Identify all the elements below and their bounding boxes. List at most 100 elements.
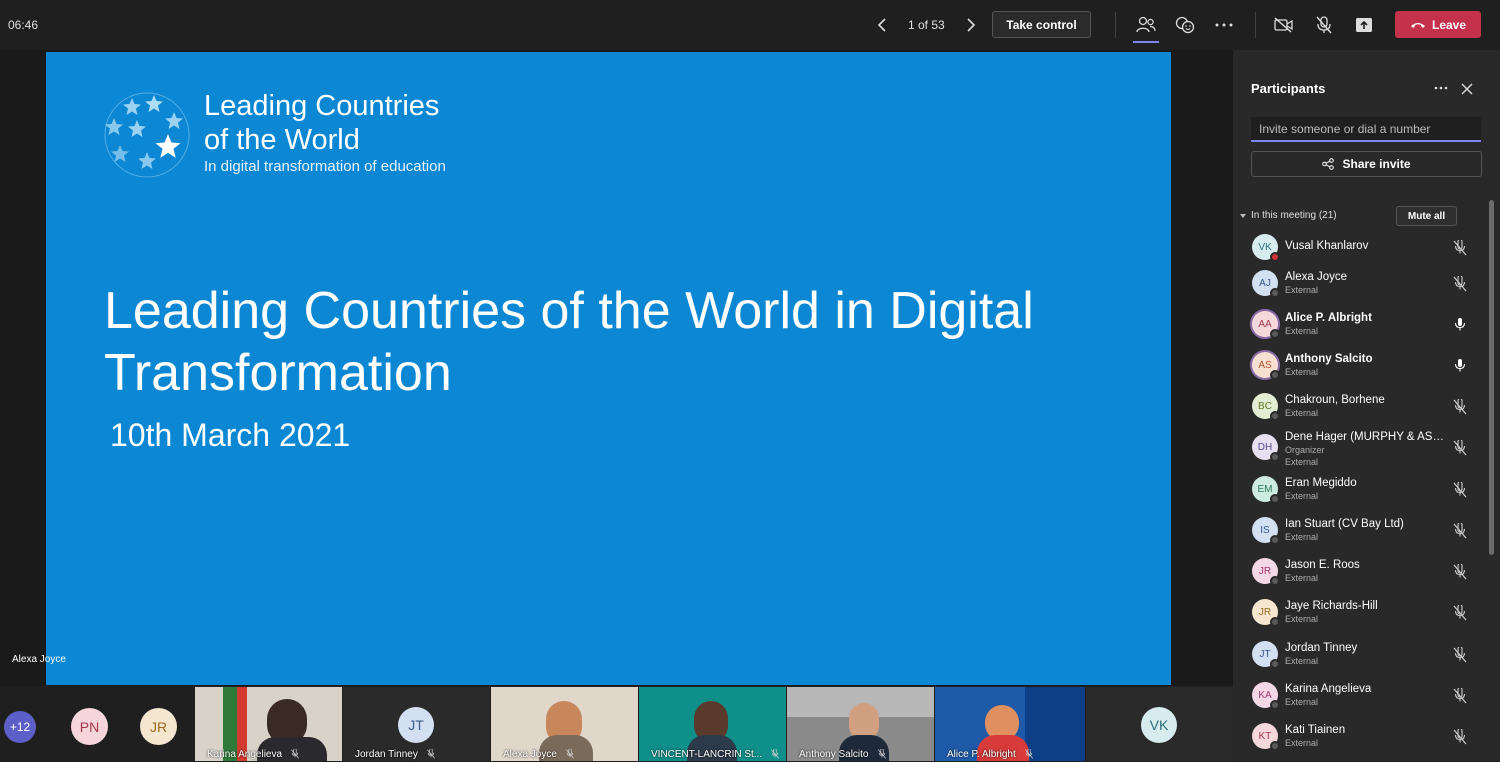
participant-avatar: AA (1252, 311, 1280, 339)
mic-muted-icon[interactable] (1452, 729, 1468, 745)
participant-name: Alice P. Albright (1285, 312, 1372, 324)
mic-muted-icon[interactable] (1452, 647, 1468, 663)
participant-row[interactable]: AJ Alexa Joyce External (1233, 269, 1483, 309)
participant-name: Eran Megiddo (1285, 477, 1357, 489)
meeting-timer: 06:46 (8, 18, 39, 32)
participant-row[interactable]: AS Anthony Salcito External (1233, 351, 1483, 391)
participant-row[interactable]: BC Chakroun, Borhene External (1233, 392, 1483, 432)
participant-avatar: EM (1252, 476, 1280, 504)
avatar: JT (398, 707, 434, 743)
video-tile[interactable]: VK (1086, 687, 1233, 761)
brand-line-1: Leading Countries (204, 90, 440, 122)
participant-row[interactable]: DH Dene Hager (MURPHY & ASS... Organizer Ex… (1233, 431, 1483, 473)
share-icon (1322, 158, 1335, 170)
panel-more-icon[interactable] (1433, 80, 1449, 96)
tile-name: Jordan Tinney (355, 749, 418, 760)
participant-name: Karina Angelieva (1285, 683, 1372, 695)
video-tile[interactable]: Anthony Salcito (787, 687, 934, 761)
participant-row[interactable]: JT Jordan Tinney External (1233, 640, 1483, 680)
take-control-button[interactable]: Take control (992, 11, 1091, 38)
participant-name: Anthony Salcito (1285, 353, 1373, 365)
participant-row[interactable]: VK Vusal Khanlarov (1233, 233, 1483, 273)
mic-muted-icon[interactable] (1452, 564, 1468, 580)
participant-name: Ian Stuart (CV Bay Ltd) (1285, 518, 1404, 530)
presence-badge (1270, 617, 1280, 627)
caret-down-icon (1240, 213, 1246, 218)
participant-role: Organizer (1285, 445, 1325, 455)
participants-icon[interactable] (1133, 12, 1159, 43)
tile-name: Alexa Joyce (503, 749, 557, 760)
share-screen-icon[interactable] (1351, 12, 1377, 38)
mic-icon[interactable] (1452, 358, 1468, 374)
participant-row[interactable]: AA Alice P. Albright External (1233, 310, 1483, 350)
in-meeting-section-toggle[interactable]: In this meeting (21) (1240, 210, 1337, 221)
participant-row[interactable]: KT Kati Tiainen External (1233, 722, 1483, 762)
avatar[interactable]: PN (71, 708, 108, 745)
previous-slide-icon[interactable] (870, 13, 894, 37)
participant-row[interactable]: JR Jaye Richards-Hill External (1233, 598, 1483, 638)
invite-input[interactable] (1251, 117, 1481, 142)
presence-badge (1270, 252, 1280, 262)
participants-panel: Participants Share invite In this meetin… (1233, 50, 1500, 761)
mic-muted-icon[interactable] (1452, 240, 1468, 256)
participant-avatar: AS (1252, 352, 1280, 380)
participant-name: Jordan Tinney (1285, 642, 1358, 654)
participant-avatar: JR (1252, 558, 1280, 586)
mic-muted-icon[interactable] (1452, 440, 1468, 456)
tile-mic-muted-icon (565, 749, 575, 759)
in-meeting-label: In this meeting (21) (1251, 210, 1337, 221)
close-icon[interactable] (1459, 81, 1475, 97)
next-slide-icon[interactable] (959, 13, 983, 37)
tile-name: Anthony Salcito (799, 749, 869, 760)
participant-role: External (1285, 408, 1319, 418)
participant-name: Vusal Khanlarov (1285, 240, 1369, 252)
mic-muted-icon[interactable] (1452, 523, 1468, 539)
mic-icon[interactable] (1452, 317, 1468, 333)
participant-role: External (1285, 738, 1319, 748)
video-tile[interactable]: Alexa Joyce (491, 687, 638, 761)
participant-name: Jason E. Roos (1285, 559, 1360, 571)
slide-date: 10th March 2021 (110, 417, 351, 453)
participant-role: External (1285, 614, 1319, 624)
more-participants-badge[interactable]: +12 (4, 711, 36, 743)
avatar: VK (1141, 707, 1177, 743)
camera-off-icon[interactable] (1271, 12, 1297, 38)
mic-off-icon[interactable] (1311, 12, 1337, 38)
participant-name: Alexa Joyce (1285, 271, 1348, 283)
leave-button[interactable]: Leave (1395, 11, 1481, 38)
participant-avatar: JT (1252, 641, 1280, 669)
participant-avatar: JR (1252, 599, 1280, 627)
tile-mic-muted-icon (426, 749, 436, 759)
participant-row[interactable]: EM Eran Megiddo External (1233, 475, 1483, 515)
share-invite-button[interactable]: Share invite (1251, 151, 1482, 177)
mic-muted-icon[interactable] (1452, 605, 1468, 621)
video-tile[interactable]: JT Jordan Tinney (343, 687, 490, 761)
hang-up-icon (1410, 22, 1425, 28)
participant-row[interactable]: JR Jason E. Roos External (1233, 557, 1483, 597)
presentation-slide: Leading Countries of the World In digita… (46, 52, 1171, 685)
video-tile[interactable]: Karina Angelieva (195, 687, 342, 761)
participant-avatar: BC (1252, 393, 1280, 421)
mic-muted-icon[interactable] (1452, 399, 1468, 415)
reactions-icon[interactable] (1172, 12, 1198, 38)
more-actions-icon[interactable] (1211, 12, 1237, 38)
presence-badge (1270, 535, 1280, 545)
scrollbar[interactable] (1489, 200, 1494, 555)
mic-muted-icon[interactable] (1452, 482, 1468, 498)
tile-mic-muted-icon (770, 749, 780, 759)
participant-row[interactable]: KA Karina Angelieva External (1233, 681, 1483, 721)
participant-role: External (1285, 326, 1319, 336)
mute-all-button[interactable]: Mute all (1396, 206, 1457, 226)
presence-badge (1270, 288, 1280, 298)
participant-avatar: AJ (1252, 270, 1280, 298)
mic-muted-icon[interactable] (1452, 276, 1468, 292)
mic-muted-icon[interactable] (1452, 688, 1468, 704)
video-tile[interactable]: VINCENT-LANCRIN St... (639, 687, 786, 761)
tile-name: Karina Angelieva (207, 749, 283, 760)
avatar[interactable]: JR (140, 708, 177, 745)
presenter-name: Alexa Joyce (12, 654, 66, 665)
brand-line-2: of the World (204, 124, 360, 156)
participant-row[interactable]: IS Ian Stuart (CV Bay Ltd) External (1233, 516, 1483, 556)
video-tile[interactable]: Alice P. Albright (935, 687, 1085, 761)
presence-badge (1270, 494, 1280, 504)
